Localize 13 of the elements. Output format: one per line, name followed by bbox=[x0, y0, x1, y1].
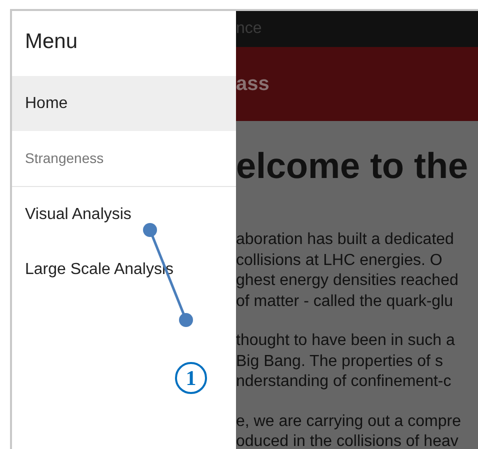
paragraph-line: aboration has built a dedicated bbox=[236, 230, 455, 250]
menu-item[interactable]: Home bbox=[12, 76, 236, 131]
paragraph-line: Big Bang. The properties of s bbox=[236, 352, 444, 372]
header-title: ass bbox=[236, 72, 270, 97]
paragraph-line: oduced in the collisions of heav bbox=[236, 432, 460, 449]
paragraph-line: nderstanding of confinement-c bbox=[236, 372, 452, 392]
menu-title: Menu bbox=[25, 28, 78, 55]
paragraph-line: collisions at LHC energies. O bbox=[236, 250, 444, 270]
paragraph-line: of matter - called the quark-glu bbox=[236, 292, 454, 312]
paragraph-line: ghest energy densities reached bbox=[236, 271, 460, 291]
paragraph-line: e, we are carrying out a compre bbox=[236, 412, 462, 432]
page-heading: elcome to the bbox=[236, 146, 470, 186]
paragraph-line: thought to have been in such a bbox=[236, 331, 456, 351]
